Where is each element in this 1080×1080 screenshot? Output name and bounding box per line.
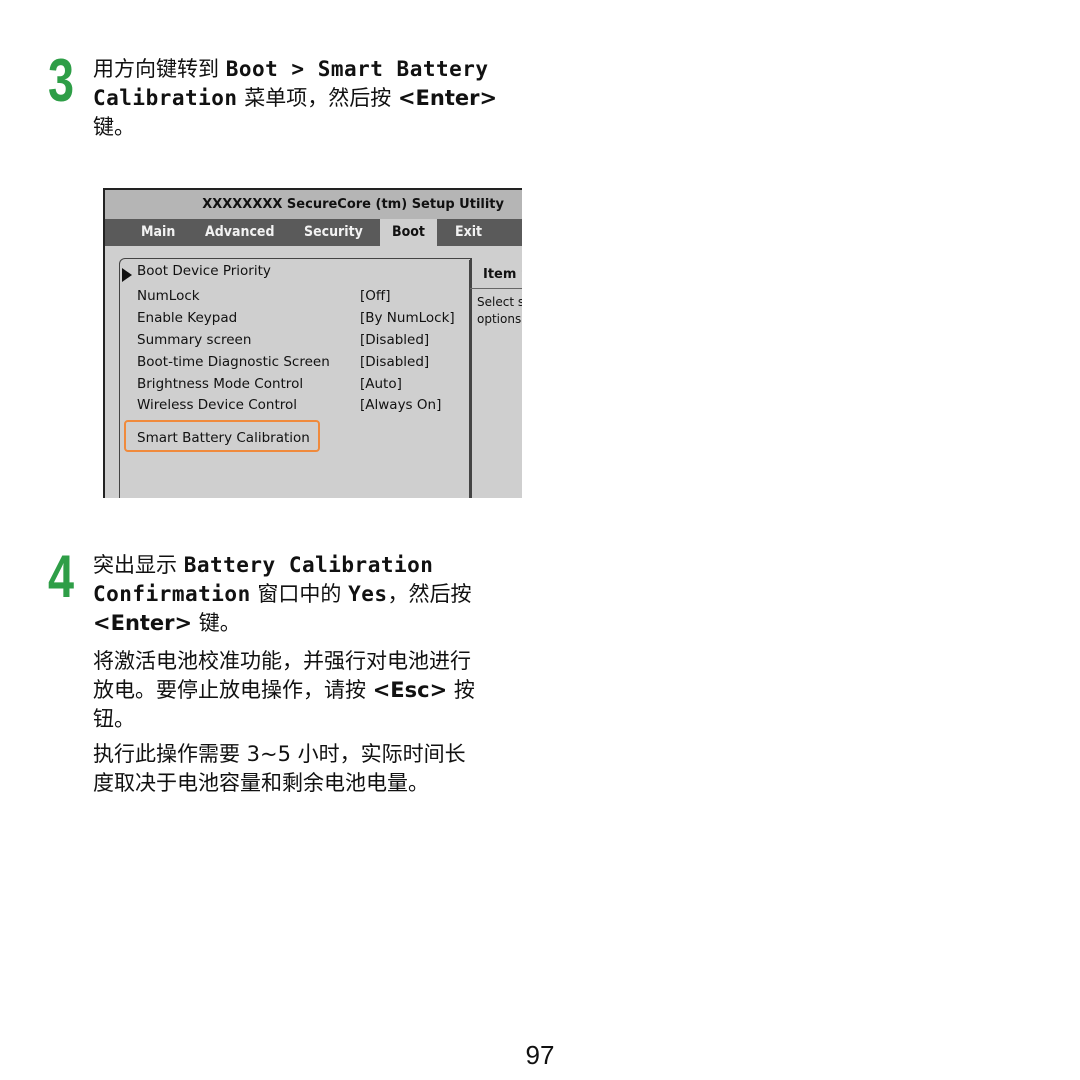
item-help-text: Select s options [477, 295, 522, 326]
setting-label[interactable]: Brightness Mode Control [137, 376, 303, 392]
step-3-text: 用方向键转到 Boot > Smart Battery Calibration … [93, 57, 498, 139]
tab-advanced[interactable]: Advanced [205, 219, 274, 246]
step-4-text: 突出显示 Battery Calibration Confirmation 窗口… [93, 553, 472, 635]
submenu-arrow-icon [122, 268, 132, 282]
setting-value[interactable]: [By NumLock] [360, 310, 455, 326]
setting-value[interactable]: [Disabled] [360, 354, 429, 370]
setting-label[interactable]: Enable Keypad [137, 310, 237, 326]
tab-main[interactable]: Main [141, 219, 175, 246]
bios-screenshot: XXXXXXXX SecureCore (tm) Setup Utility M… [103, 188, 522, 498]
item-help-title: Item S [470, 260, 522, 289]
page-number: 97 [525, 1040, 555, 1070]
tab-exit[interactable]: Exit [455, 219, 482, 246]
setting-value[interactable]: [Auto] [360, 376, 402, 392]
item-help-panel: Item S Select s options [469, 260, 522, 498]
step-number: 3 [48, 47, 75, 114]
bios-tab-bar: Main Advanced Security Boot Exit [105, 219, 522, 246]
setting-value[interactable]: [Disabled] [360, 332, 429, 348]
submenu-boot-device-priority[interactable]: Boot Device Priority [122, 263, 271, 282]
step-number: 4 [48, 543, 75, 610]
setting-value[interactable]: [Off] [360, 288, 390, 304]
setting-label[interactable]: NumLock [137, 288, 200, 304]
tab-security[interactable]: Security [304, 219, 363, 246]
smart-battery-calibration-item[interactable]: Smart Battery Calibration [137, 430, 310, 446]
setting-value[interactable]: [Always On] [360, 397, 441, 413]
setting-label[interactable]: Boot-time Diagnostic Screen [137, 354, 330, 370]
paragraph-duration-note: 执行此操作需要 3~5 小时，实际时间长 度取决于电池容量和剩余电池电量。 [93, 742, 466, 795]
paragraph-discharge-note: 将激活电池校准功能，并强行对电池进行 放电。要停止放电操作，请按 <Esc> 按… [93, 649, 475, 731]
bios-title: XXXXXXXX SecureCore (tm) Setup Utility [105, 190, 522, 219]
tab-boot[interactable]: Boot [380, 219, 437, 246]
setting-label[interactable]: Summary screen [137, 332, 251, 348]
settings-panel: Boot Device Priority NumLock [Off] Enabl… [119, 258, 472, 498]
setting-label[interactable]: Wireless Device Control [137, 397, 297, 413]
